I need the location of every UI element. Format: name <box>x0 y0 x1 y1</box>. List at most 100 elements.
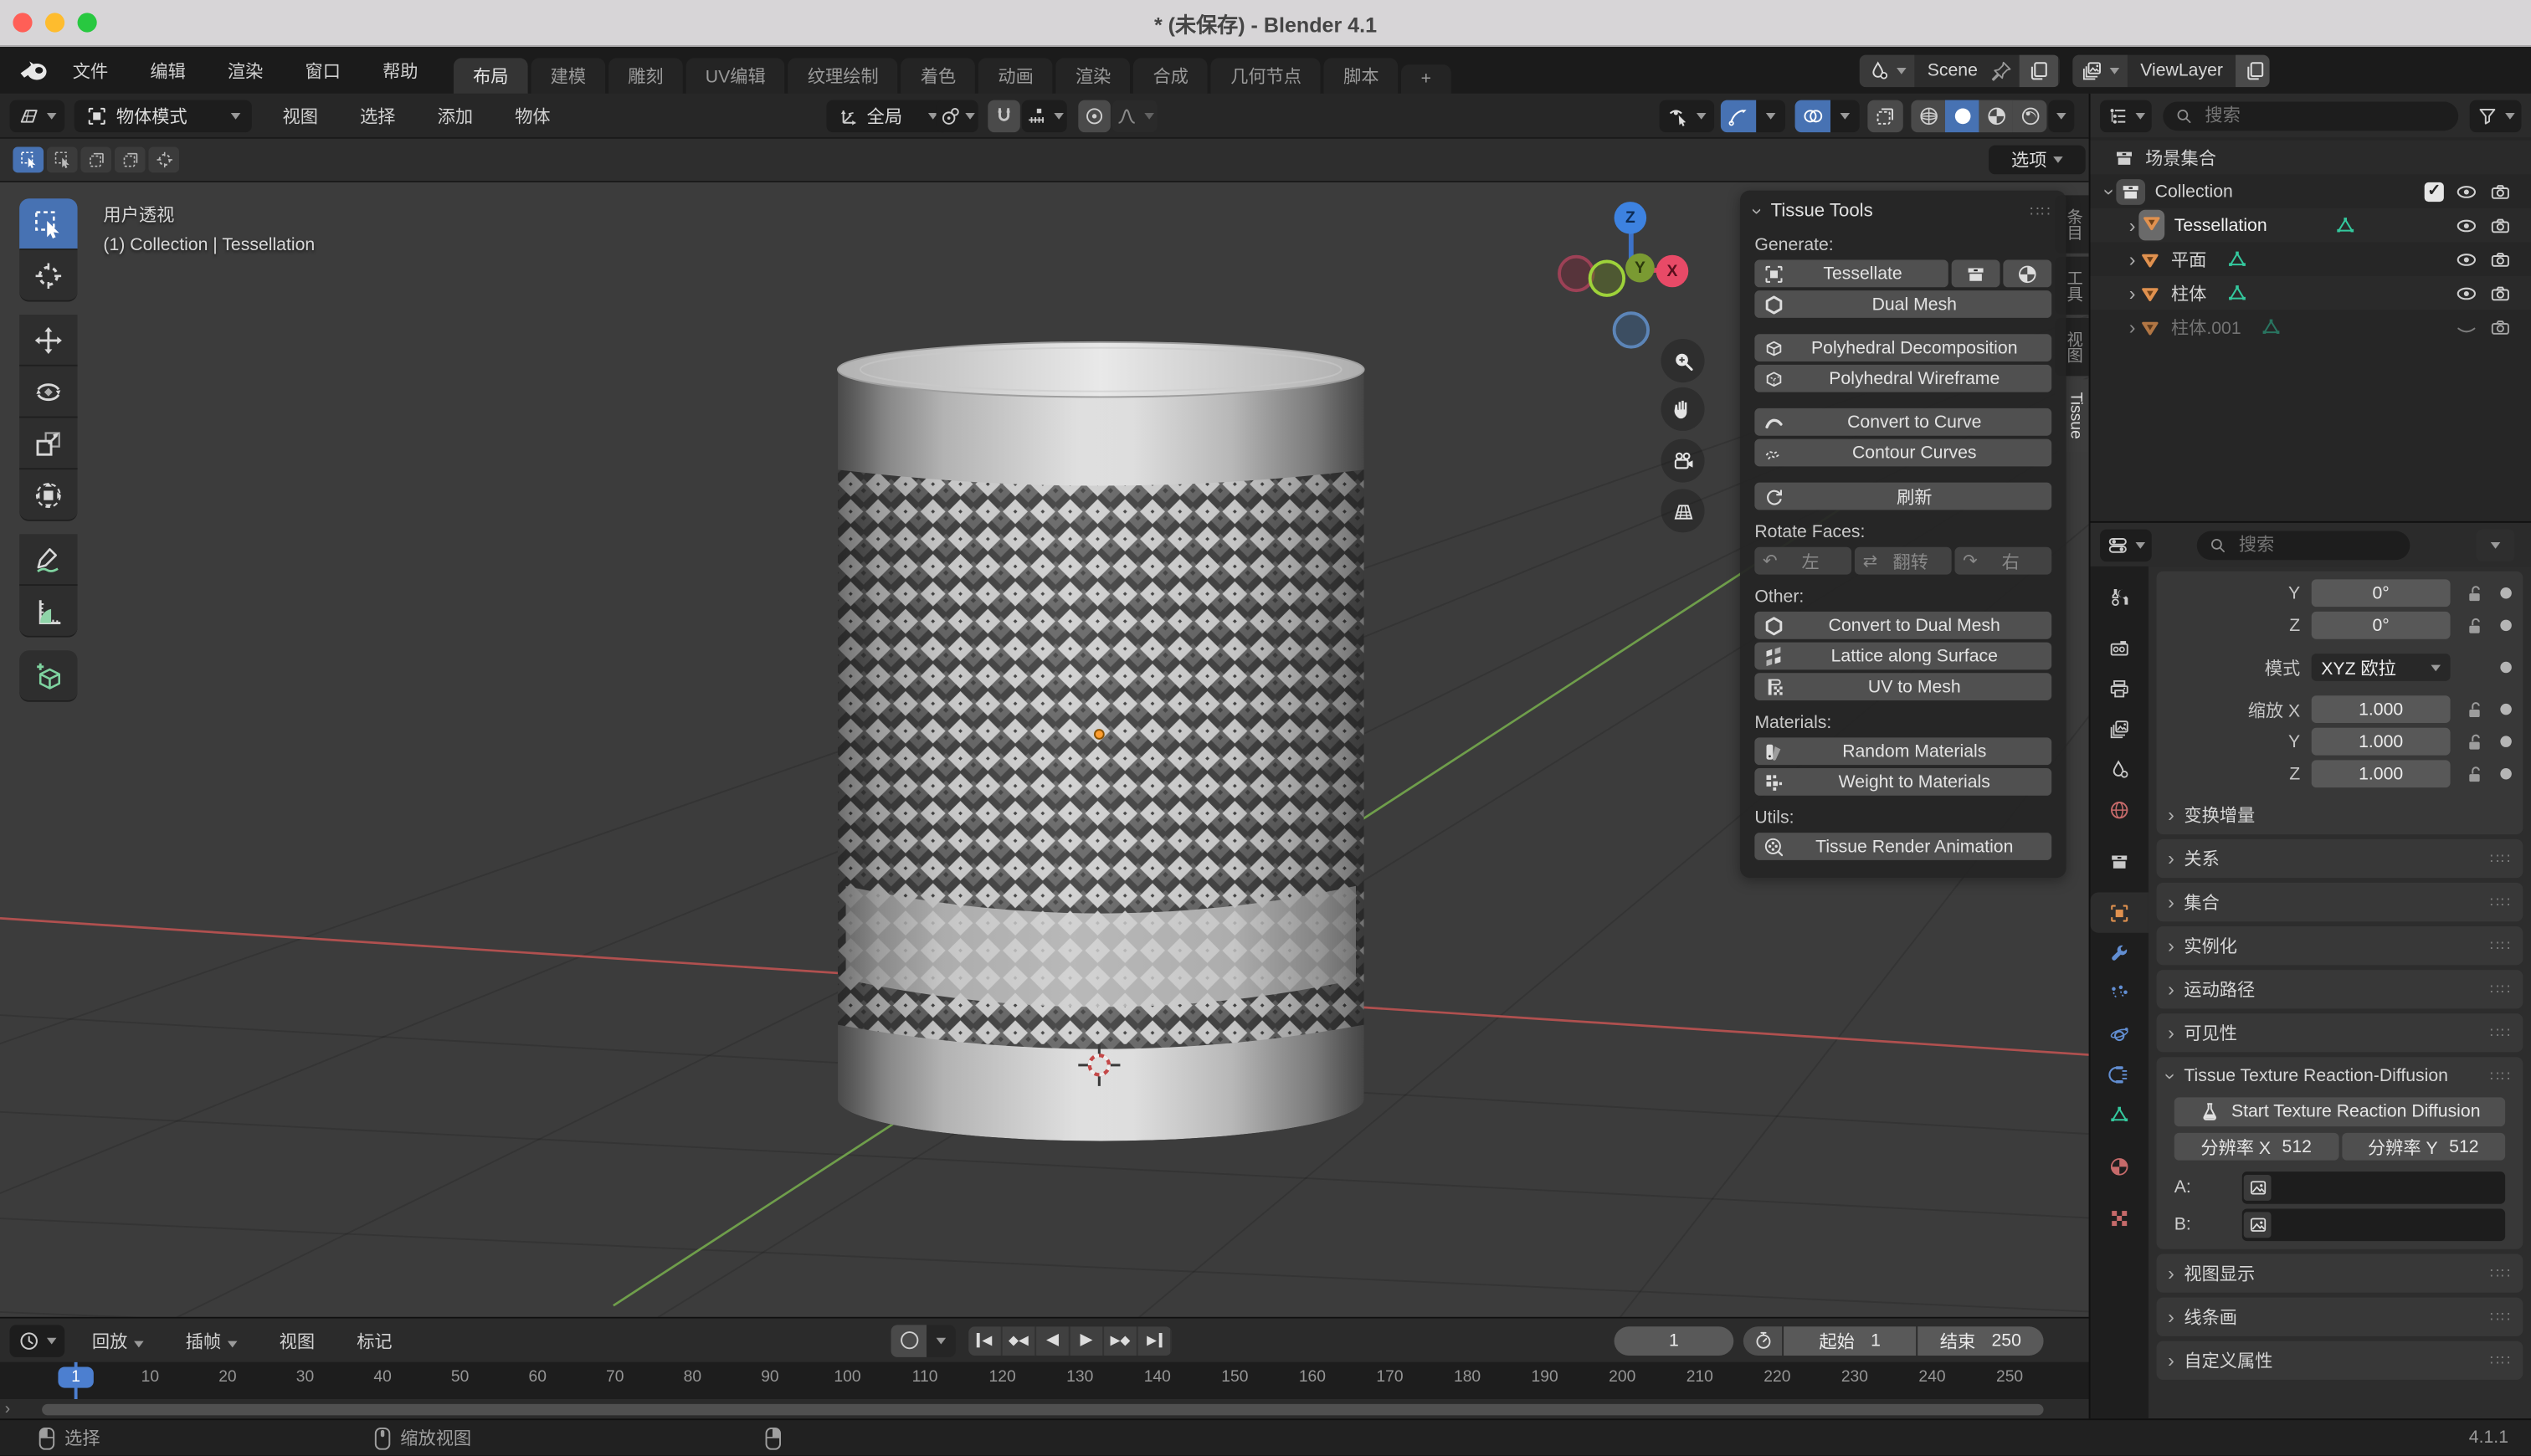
select-mode-box-button[interactable] <box>47 146 78 172</box>
zoom-view-button[interactable] <box>1661 339 1704 382</box>
convert-to-curve-button[interactable]: Convert to Curve <box>1754 408 2051 436</box>
shading-material-button[interactable] <box>1979 100 2013 132</box>
jump-to-end-button[interactable]: ▶ <box>1138 1325 1173 1355</box>
texture-a-field[interactable] <box>2242 1171 2505 1204</box>
expand-icon[interactable]: › <box>2129 215 2136 234</box>
ortho-toggle-button[interactable] <box>1661 489 1704 532</box>
tool-move[interactable] <box>19 315 77 367</box>
overlays-dropdown[interactable] <box>1830 100 1860 132</box>
scene-collection-label[interactable]: 场景集合 <box>2145 145 2216 171</box>
workspace-tab-scripting[interactable]: 脚本 <box>1324 58 1399 93</box>
workspace-tab-shading[interactable]: 着色 <box>901 58 976 93</box>
drag-handle-icon[interactable]: ∷∷ <box>2490 937 2512 955</box>
render-camera-icon[interactable] <box>2489 315 2512 338</box>
auto-keying-dropdown[interactable] <box>927 1324 956 1356</box>
object-label[interactable]: 平面 <box>2171 246 2206 272</box>
rotation-y-field[interactable]: 0° <box>2312 579 2451 607</box>
hide-eye-icon[interactable] <box>2455 282 2477 305</box>
lock-icon[interactable] <box>2463 614 2486 637</box>
tab-texture[interactable] <box>2090 1197 2148 1238</box>
menu-file[interactable]: 文件 <box>52 57 130 83</box>
orientation-dropdown[interactable]: 全局 <box>826 100 949 132</box>
lock-icon[interactable] <box>2463 698 2486 720</box>
expand-icon[interactable]: › <box>2129 283 2136 302</box>
gizmos-toggle[interactable] <box>1721 100 1756 132</box>
contour-curves-button[interactable]: Contour Curves <box>1754 439 2051 467</box>
timeline-expand-icon[interactable]: › <box>5 1401 10 1418</box>
gizmo-z-axis[interactable]: Z <box>1615 202 1647 234</box>
tab-render[interactable] <box>2090 628 2148 668</box>
tab-scene[interactable] <box>2090 749 2148 789</box>
menu-object[interactable]: 物体 <box>494 102 572 128</box>
menu-help[interactable]: 帮助 <box>362 57 439 83</box>
tool-scale[interactable] <box>19 418 77 469</box>
scale-x-field[interactable]: 1.000 <box>2312 695 2451 723</box>
scale-z-field[interactable]: 1.000 <box>2312 760 2451 787</box>
frame-start-field[interactable]: 起始1 <box>1784 1325 1916 1355</box>
object-label[interactable]: Tessellation <box>2174 215 2267 234</box>
expand-icon[interactable]: › <box>2129 249 2136 269</box>
new-viewlayer-button[interactable] <box>2236 54 2269 87</box>
viewlayer-selector[interactable]: ViewLayer × <box>2072 54 2269 87</box>
animate-dot[interactable] <box>2500 662 2512 674</box>
lattice-along-surface-button[interactable]: Lattice along Surface <box>1754 643 2051 670</box>
shading-wireframe-button[interactable] <box>1911 100 1945 132</box>
navigation-gizmo[interactable]: Z Y X <box>1554 189 1722 357</box>
timeline-editor-type-button[interactable] <box>10 1324 65 1356</box>
hide-eye-icon[interactable] <box>2455 248 2477 270</box>
tissue-panel-title[interactable]: Tissue Tools <box>1771 202 1873 221</box>
tab-material[interactable] <box>2090 1146 2148 1186</box>
new-scene-button[interactable] <box>2020 54 2058 87</box>
visibility-panel[interactable]: ›可见性∷∷ <box>2157 1013 2523 1052</box>
menu-edit[interactable]: 编辑 <box>129 57 207 83</box>
rotate-left-button[interactable]: ↶左 <box>1754 547 1851 575</box>
scene-selector[interactable]: Scene × <box>1860 54 2060 87</box>
viewlayer-name[interactable]: ViewLayer <box>2128 60 2236 79</box>
menu-render[interactable]: 渲染 <box>207 57 285 83</box>
tab-viewlayer[interactable] <box>2090 709 2148 749</box>
workspace-tab-geonodes[interactable]: 几何节点 <box>1211 58 1321 93</box>
object-row-cylinder-001[interactable]: › 柱体.001 <box>2090 310 2530 343</box>
render-camera-icon[interactable] <box>2489 282 2512 305</box>
outliner-filter-button[interactable] <box>2470 100 2522 132</box>
object-row-cylinder[interactable]: › 柱体 <box>2090 276 2530 310</box>
workspace-tab-texpaint[interactable]: 纹理绘制 <box>788 58 898 93</box>
instancing-panel[interactable]: ›实例化∷∷ <box>2157 926 2523 965</box>
lock-icon[interactable] <box>2463 582 2486 604</box>
drag-handle-icon[interactable]: ∷∷ <box>2490 1351 2512 1369</box>
current-frame-marker[interactable]: 1 <box>58 1366 93 1387</box>
rotation-mode-dropdown[interactable]: XYZ 欧拉 <box>2312 654 2451 681</box>
polyhedral-decomposition-button[interactable]: Polyhedral Decomposition <box>1754 334 2051 361</box>
rotate-right-button[interactable]: ↷右 <box>1954 547 2051 575</box>
tool-cursor[interactable] <box>19 250 77 302</box>
select-mode-intersect-button[interactable] <box>148 146 179 172</box>
custom-properties-panel[interactable]: ›自定义属性∷∷ <box>2157 1341 2523 1380</box>
menu-select[interactable]: 选择 <box>339 102 417 128</box>
viewlayer-icon[interactable] <box>2072 54 2128 87</box>
start-texture-rd-button[interactable]: Start Texture Reaction Diffusion <box>2174 1097 2505 1126</box>
drag-handle-icon[interactable]: ∷∷ <box>2490 981 2512 998</box>
snap-target-dropdown[interactable] <box>1022 100 1067 132</box>
workspace-tab-layout[interactable]: 布局 <box>454 58 528 93</box>
tab-object-data[interactable] <box>2090 1095 2148 1135</box>
workspace-tab-sculpt[interactable]: 雕刻 <box>608 58 683 93</box>
viewport-display-panel[interactable]: ›视图显示∷∷ <box>2157 1253 2523 1292</box>
menu-timeline-view[interactable]: 视图 <box>259 1327 336 1353</box>
tessellate-button[interactable]: Tessellate <box>1754 259 1948 287</box>
workspace-tab-compositing[interactable]: 合成 <box>1133 58 1208 93</box>
resolution-x-field[interactable]: 分辨率 X512 <box>2174 1133 2338 1161</box>
menu-window[interactable]: 窗口 <box>284 57 362 83</box>
add-workspace-button[interactable]: + <box>1402 64 1451 94</box>
refresh-button[interactable]: 刷新 <box>1754 483 2051 510</box>
dual-mesh-button[interactable]: Dual Mesh <box>1754 290 2051 318</box>
properties-search[interactable] <box>2197 531 2410 560</box>
prev-keyframe-button[interactable]: ◆◀ <box>1003 1325 1037 1355</box>
menu-playback[interactable]: 回放 <box>71 1327 165 1353</box>
collections-panel[interactable]: ›集合∷∷ <box>2157 883 2523 921</box>
convert-to-dual-mesh-button[interactable]: Convert to Dual Mesh <box>1754 612 2051 639</box>
pan-view-button[interactable] <box>1661 387 1704 431</box>
rotation-z-field[interactable]: 0° <box>2312 612 2451 639</box>
pivot-point-dropdown[interactable] <box>937 100 978 132</box>
mode-dropdown[interactable]: 物体模式 <box>74 100 252 132</box>
resolution-y-field[interactable]: 分辨率 Y512 <box>2341 1133 2505 1161</box>
